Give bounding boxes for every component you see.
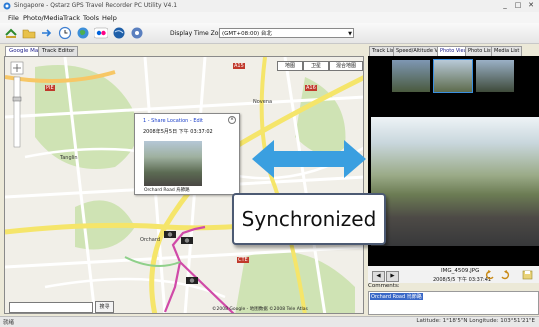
coordinates-readout: Latitude: 1°18'5"N Longitude: 103°51'21"…: [416, 318, 535, 324]
globe-icon[interactable]: [76, 26, 90, 40]
map-label-tanglin: Tanglin: [60, 155, 78, 161]
toolbar: Display Time Zone: (GMT+08:00) 台北 ▼: [0, 23, 539, 44]
menu-bar: File Photo/Media Track Tools Help: [0, 12, 539, 23]
camera-marker-icon[interactable]: [163, 229, 177, 239]
flickr-icon[interactable]: [94, 26, 108, 40]
photo-thumbnail[interactable]: [392, 60, 430, 92]
location-popup: 1 - Share Location - Edit 2008年5月5日 下午 0…: [134, 113, 240, 195]
tab-media-list[interactable]: Media List: [491, 46, 523, 56]
map-label-novena: Novena: [253, 99, 273, 105]
close-icon[interactable]: ×: [228, 116, 236, 124]
download-icon[interactable]: [4, 26, 18, 40]
satellite-mode-button[interactable]: 卫星: [303, 61, 329, 71]
close-window-button[interactable]: ✕: [525, 1, 537, 10]
comments-textarea[interactable]: Orchard Road 烏節路: [368, 291, 539, 315]
app-icon: [3, 2, 11, 10]
status-text: 就绪: [3, 320, 15, 326]
photo-thumbnail[interactable]: [433, 59, 473, 93]
settings-icon[interactable]: [130, 26, 144, 40]
comments-label: Comments:: [368, 283, 400, 289]
map-label-pie: PIE: [45, 85, 55, 91]
next-photo-button[interactable]: ▶: [386, 271, 399, 282]
photo-date: 2008/5/5 下午 03:37:41: [433, 277, 492, 283]
chevron-down-icon: ▼: [348, 31, 352, 37]
menu-file[interactable]: File: [8, 14, 19, 22]
share-location-link[interactable]: 1 - Share Location - Edit: [143, 118, 203, 124]
minimize-button[interactable]: _: [499, 1, 511, 10]
map-label-orchard: Orchard: [140, 237, 161, 243]
menu-track[interactable]: Track: [63, 14, 80, 22]
time-zone-select[interactable]: (GMT+08:00) 台北 ▼: [219, 28, 354, 38]
save-icon[interactable]: [522, 270, 533, 280]
maximize-button[interactable]: □: [512, 1, 524, 10]
previous-photo-button[interactable]: ◀: [372, 271, 385, 282]
map-view[interactable]: 地图 卫星 混合地图 Tanglin Novena Orchard A15 A1…: [4, 56, 364, 314]
photo-thumbnail[interactable]: [476, 60, 514, 92]
time-zone-value: (GMT+08:00) 台北: [222, 31, 272, 37]
rotate-right-icon[interactable]: [500, 270, 510, 280]
popup-photo-thumbnail[interactable]: [144, 141, 202, 186]
export-icon[interactable]: [40, 26, 54, 40]
tab-track-editor[interactable]: Track Editor: [38, 46, 79, 56]
popup-timestamp: 2008年5月5日 下午 03:37:02: [143, 129, 213, 135]
map-label-a16: A16: [305, 85, 317, 91]
menu-photo-media[interactable]: Photo/Media: [23, 14, 63, 22]
map-mode-button[interactable]: 地图: [277, 61, 303, 71]
camera-marker-icon[interactable]: [180, 235, 194, 245]
search-button[interactable]: 搜寻: [95, 301, 114, 313]
menu-tools[interactable]: Tools: [83, 14, 99, 22]
clock-icon[interactable]: [58, 26, 72, 40]
hybrid-mode-button[interactable]: 混合地图: [329, 61, 363, 71]
menu-help[interactable]: Help: [102, 14, 117, 22]
double-arrow-icon: [252, 140, 366, 178]
thumbnail-strip: [368, 56, 539, 96]
search-input[interactable]: [9, 302, 93, 313]
map-label-cte: CTE: [237, 257, 249, 263]
status-bar: 就绪 Latitude: 1°18'5"N Longitude: 103°51'…: [0, 316, 539, 327]
comment-text: Orchard Road 烏節路: [370, 293, 423, 300]
window-title: Singapore - Qstarz GPS Travel Recorder P…: [14, 2, 178, 9]
photo-filename: IMG_4509.JPG: [441, 268, 480, 274]
open-folder-icon[interactable]: [22, 26, 36, 40]
current-photo[interactable]: [371, 117, 539, 246]
map-label-a15: A15: [233, 63, 245, 69]
popup-caption: Orchard Road 烏節路: [144, 188, 190, 193]
synchronized-callout: Synchronized: [232, 193, 386, 245]
map-copyright: ©2008 Google - 地图数据 ©2008 Tele Atlas: [212, 307, 308, 312]
camera-marker-icon[interactable]: [185, 275, 199, 285]
rotate-left-icon[interactable]: [485, 270, 495, 280]
earth-icon[interactable]: [112, 26, 126, 40]
